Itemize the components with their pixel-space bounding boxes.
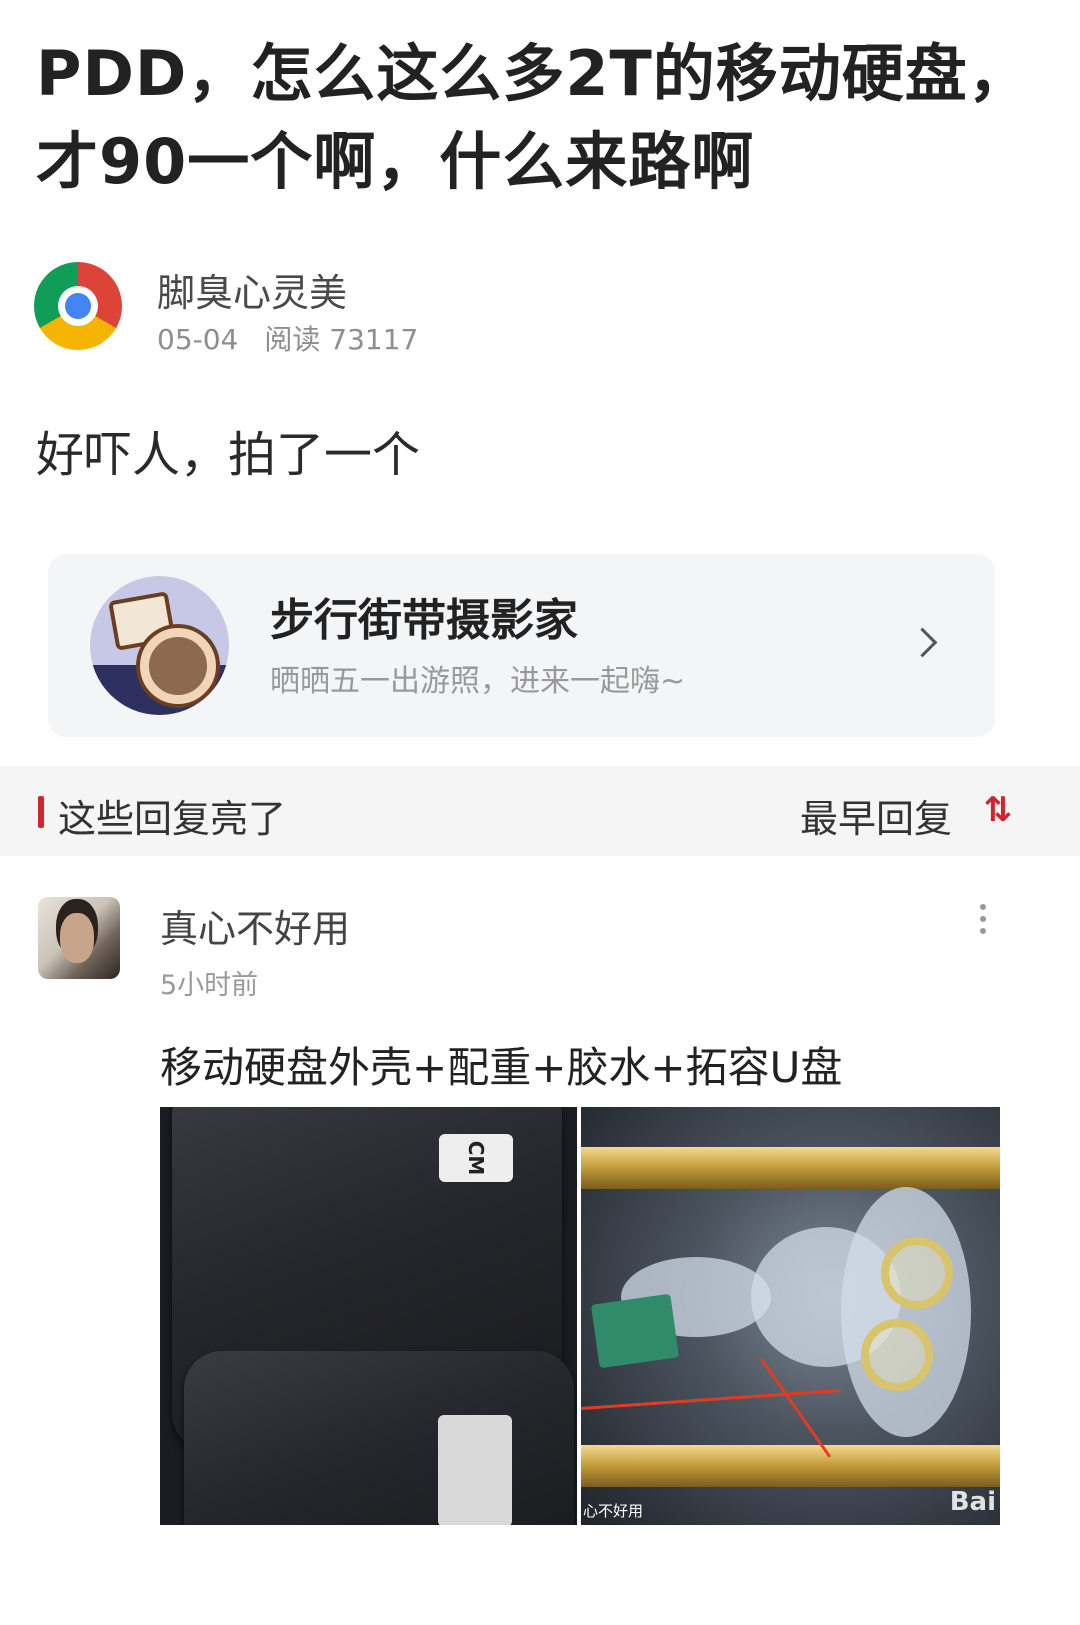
comment-text: 移动硬盘外壳+配重+胶水+拓容U盘 xyxy=(160,1043,843,1092)
author-avatar[interactable] xyxy=(34,262,122,350)
weight-rod-top xyxy=(581,1147,1000,1189)
comment-username[interactable]: 真心不好用 xyxy=(160,898,350,953)
comment-image-2[interactable]: 心不好用 Bai xyxy=(581,1107,1000,1525)
more-options-icon[interactable] xyxy=(980,904,988,940)
post-date: 05-04 xyxy=(157,323,239,356)
brand-logo: CM xyxy=(439,1134,513,1182)
sort-button[interactable]: 最早回复 xyxy=(800,788,952,843)
hard-disk-bottom xyxy=(184,1351,574,1525)
topic-card[interactable]: 步行街带摄影家 晒晒五一出游照，进来一起嗨~ xyxy=(48,554,995,737)
section-title: 这些回复亮了 xyxy=(58,797,287,841)
topic-title: 步行街带摄影家 xyxy=(270,595,578,646)
comment-image-1[interactable]: CM xyxy=(160,1107,577,1525)
topic-desc: 晒晒五一出游照，进来一起嗨~ xyxy=(270,664,686,699)
comment-avatar[interactable] xyxy=(38,897,120,979)
chevron-right-icon xyxy=(907,627,938,658)
sort-icon[interactable]: ⇅ xyxy=(984,790,1012,830)
weight-rod-bottom xyxy=(581,1445,1000,1487)
label-plate xyxy=(438,1415,512,1525)
topic-avatar xyxy=(90,576,229,715)
post-body: 好吓人，拍了一个 xyxy=(36,427,421,483)
image-watermark-right: Bai xyxy=(949,1487,996,1517)
section-accent xyxy=(38,796,44,828)
post-reads: 阅读 73117 xyxy=(264,323,419,356)
post-meta: 05-04 阅读 73117 xyxy=(157,318,418,358)
usb-board xyxy=(590,1293,680,1369)
comment-time: 5小时前 xyxy=(160,970,259,1001)
post-title: PDD，怎么这么多2T的移动硬盘，才90一个啊，什么来路啊 xyxy=(36,37,1031,198)
reply-section-header: 这些回复亮了 最早回复 ⇅ xyxy=(0,766,1080,856)
image-watermark-left: 心不好用 xyxy=(583,1502,644,1520)
author-name[interactable]: 脚臭心灵美 xyxy=(157,262,347,317)
